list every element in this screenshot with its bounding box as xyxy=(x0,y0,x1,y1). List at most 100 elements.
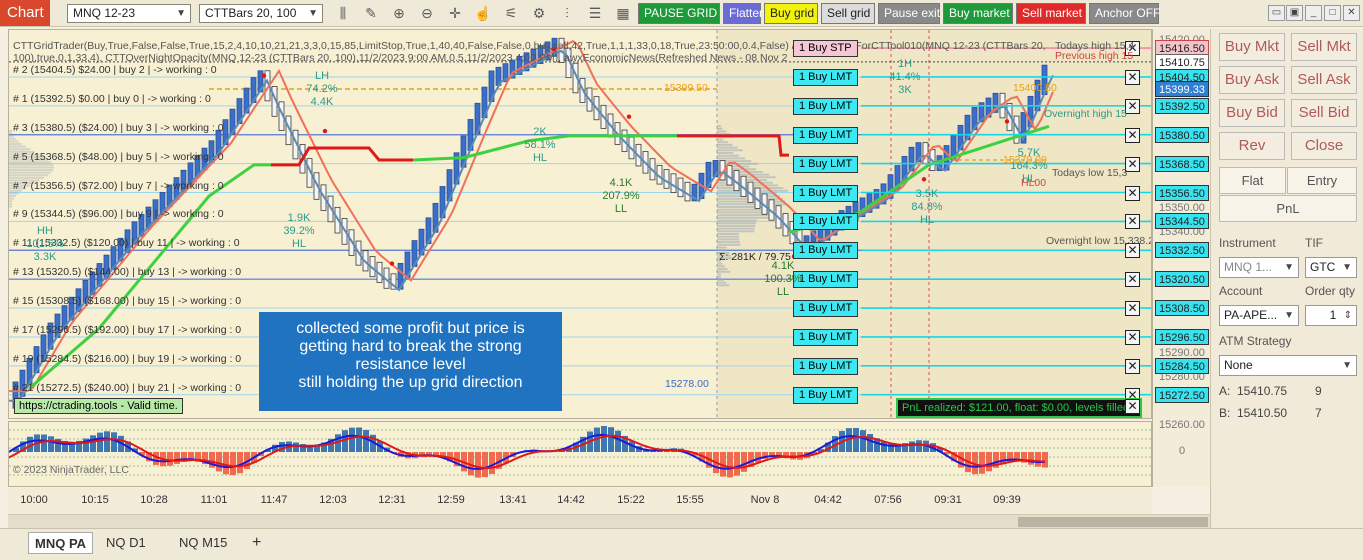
restore-icon[interactable]: ▣ xyxy=(1286,5,1303,21)
order-button-lmt[interactable]: 1 Buy LMT xyxy=(793,69,859,86)
order-button-lmt[interactable]: 1 Buy LMT xyxy=(793,387,859,404)
sell-bid-button[interactable]: Sell Bid xyxy=(1291,99,1357,127)
cancel-order-icon[interactable]: ✕ xyxy=(1125,359,1140,374)
chart-properties-icon[interactable]: ⚟ xyxy=(502,4,520,22)
tab-mnq-pa[interactable]: MNQ PA xyxy=(28,532,94,554)
sell-ask-button[interactable]: Sell Ask xyxy=(1291,66,1357,94)
time-axis-label: 15:55 xyxy=(676,494,704,506)
pause-grid-button[interactable]: PAUSE GRID xyxy=(638,3,720,24)
pnl-button[interactable]: PnL xyxy=(1219,195,1357,222)
crosshair-icon[interactable]: ✛ xyxy=(446,4,464,22)
instrument-selector[interactable]: MNQ 12-23 ▼ xyxy=(67,4,191,23)
swing-label: 4.1K 100.3% LL xyxy=(764,260,801,299)
instrument-field-value: MNQ 1... xyxy=(1224,260,1273,274)
indicators-icon[interactable]: ⚙ xyxy=(530,4,548,22)
cancel-order-icon[interactable]: ✕ xyxy=(1125,70,1140,85)
horizontal-scrollbar[interactable] xyxy=(8,514,1210,528)
swing-label: 1.9K 39.2% HL xyxy=(283,212,314,251)
tab-nq-d1[interactable]: NQ D1 xyxy=(100,532,152,554)
templates-icon[interactable]: ☰ xyxy=(586,4,604,22)
stepper-arrows-icon[interactable]: ⇕ xyxy=(1344,306,1352,325)
cancel-order-icon[interactable]: ✕ xyxy=(1125,301,1140,316)
swing-label-line: 4.1K xyxy=(609,177,633,189)
order-button-lmt[interactable]: 1 Buy LMT xyxy=(793,127,859,144)
grid-level-label: # 1 (15392.5) $0.00 | buy 0 | -> working… xyxy=(13,93,211,105)
strategies-icon[interactable]: ⫶ xyxy=(558,4,576,22)
time-axis-label: 13:41 xyxy=(499,494,527,506)
order-button-lmt[interactable]: 1 Buy LMT xyxy=(793,242,859,259)
price-axis-label: 15320.50 xyxy=(1155,271,1209,287)
swing-label-line: 101.5% xyxy=(26,238,64,250)
swing-label-line: 1.9K xyxy=(287,212,311,224)
account-select[interactable]: PA-APE... ▼ xyxy=(1219,305,1299,326)
bar-style-icon[interactable]: ⫼ xyxy=(334,4,352,22)
order-qty-label: Order qty xyxy=(1305,284,1356,298)
ask-label: A: xyxy=(1219,384,1231,398)
order-button-lmt[interactable]: 1 Buy LMT xyxy=(793,300,859,317)
pin-icon[interactable]: ▭ xyxy=(1268,5,1285,21)
osc-zero-label: 0 xyxy=(1178,445,1186,457)
cancel-order-icon[interactable]: ✕ xyxy=(1125,99,1140,114)
swing-label-line: 1H xyxy=(897,58,913,70)
reverse-button[interactable]: Rev xyxy=(1219,132,1285,160)
close-icon[interactable]: ✕ xyxy=(1343,5,1360,21)
add-tab-button[interactable]: + xyxy=(246,532,267,554)
atm-strategy-select[interactable]: None ▼ xyxy=(1219,355,1357,376)
buy-market-button[interactable]: Buy Mkt xyxy=(1219,33,1285,61)
cancel-order-icon[interactable]: ✕ xyxy=(1125,330,1140,345)
order-button-lmt[interactable]: 1 Buy LMT xyxy=(793,358,859,375)
data-box-icon[interactable]: ▦ xyxy=(614,4,632,22)
tif-select[interactable]: GTC ▼ xyxy=(1305,257,1357,278)
price-axis[interactable]: 15416.50 15410.75 15404.50 15399.33 15392.50… xyxy=(1152,29,1210,487)
oscillator-canvas xyxy=(9,426,1151,478)
zoom-in-icon[interactable]: ⊕ xyxy=(390,4,408,22)
minimize-icon[interactable]: _ xyxy=(1305,5,1322,21)
price-chart-panel[interactable]: CTTGridTrader(Buy,True,False,False,True,… xyxy=(8,29,1152,419)
cancel-order-icon[interactable]: ✕ xyxy=(1125,214,1140,229)
order-button-lmt[interactable]: 1 Buy LMT xyxy=(793,271,859,288)
hand-icon[interactable]: ☝ xyxy=(474,4,492,22)
instrument-field[interactable]: MNQ 1... ▼ xyxy=(1219,257,1299,278)
buy-ask-button[interactable]: Buy Ask xyxy=(1219,66,1285,94)
flat-button[interactable]: Flat xyxy=(1219,167,1286,194)
maximize-icon[interactable]: □ xyxy=(1324,5,1341,21)
entry-button[interactable]: Entry xyxy=(1287,167,1357,194)
atm-strategy-label: ATM Strategy xyxy=(1219,334,1292,348)
cancel-order-icon[interactable]: ✕ xyxy=(1125,186,1140,201)
cancel-order-icon[interactable]: ✕ xyxy=(1125,272,1140,287)
order-button-lmt[interactable]: 1 Buy LMT xyxy=(793,329,859,346)
zoom-out-icon[interactable]: ⊖ xyxy=(418,4,436,22)
order-button-lmt[interactable]: 1 Buy LMT xyxy=(793,98,859,115)
level-label-15370: 15370.00 xyxy=(1003,154,1047,166)
buy-market-button[interactable]: Buy market xyxy=(943,3,1013,24)
bars-type-selector[interactable]: CTTBars 20, 100 ▼ xyxy=(199,4,323,23)
swing-label: 1H 41.4% 3K xyxy=(889,58,920,97)
sell-market-button[interactable]: Sell market xyxy=(1016,3,1086,24)
oscillator-panel[interactable]: © 2023 NinjaTrader, LLC xyxy=(8,421,1152,487)
sell-market-button[interactable]: Sell Mkt xyxy=(1291,33,1357,61)
pnl-status-bar: PnL realized: $121.00, float: $0.00, lev… xyxy=(896,398,1142,418)
order-button-lmt[interactable]: 1 Buy LMT xyxy=(793,213,859,230)
time-axis-label: Nov 8 xyxy=(750,494,780,506)
sell-grid-button[interactable]: Sell grid xyxy=(821,3,875,24)
order-button-lmt[interactable]: 1 Buy LMT xyxy=(793,185,859,202)
order-button-lmt[interactable]: 1 Buy LMT xyxy=(793,156,859,173)
pause-exit-button[interactable]: Pause exit xyxy=(878,3,940,24)
chart-tab-label[interactable]: Chart xyxy=(0,0,50,26)
close-position-button[interactable]: Close xyxy=(1291,132,1357,160)
flatten-button[interactable]: Flatten xyxy=(723,3,766,24)
time-axis[interactable]: 10:00 10:15 10:28 11:01 11:47 12:03 12:31 12:59… xyxy=(8,488,1152,514)
anchor-off-button[interactable]: Anchor OFF xyxy=(1089,3,1160,24)
order-button-stp[interactable]: 1 Buy STP xyxy=(793,40,858,57)
tab-nq-m15[interactable]: NQ M15 xyxy=(173,532,233,554)
draw-pencil-icon[interactable]: ✎ xyxy=(362,4,380,22)
cancel-order-icon[interactable]: ✕ xyxy=(1125,128,1140,143)
swing-label-line: 3K xyxy=(898,84,912,96)
buy-bid-button[interactable]: Buy Bid xyxy=(1219,99,1285,127)
chart-toolbar: Chart MNQ 12-23 ▼ CTTBars 20, 100 ▼ ⫼ ✎ ⊕ ⊖… xyxy=(0,0,1363,27)
pnl-close-icon[interactable]: ✕ xyxy=(1125,399,1140,414)
scrollbar-thumb[interactable] xyxy=(1018,517,1208,527)
order-qty-stepper[interactable]: 1 ⇕ xyxy=(1305,305,1357,326)
indicator-header-line-1: CTTGridTrader(Buy,True,False,False,True,… xyxy=(13,40,1046,52)
buy-grid-button[interactable]: Buy grid xyxy=(764,3,818,24)
